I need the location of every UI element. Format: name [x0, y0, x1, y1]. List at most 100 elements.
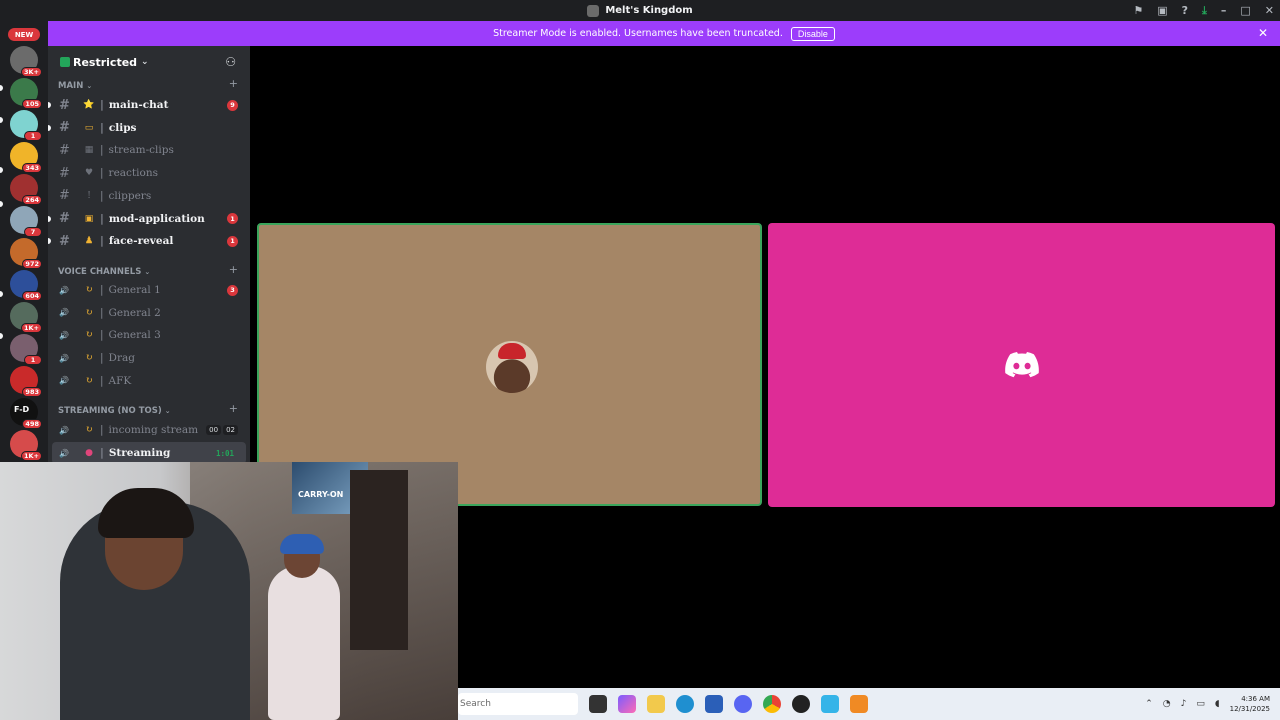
server-icon-5[interactable]: 7 [10, 206, 42, 237]
channel-stream-clips[interactable]: # ▦ | stream-clips [48, 139, 250, 161]
channel-emoji-icon: ↻ [85, 285, 93, 295]
voice-channel-general-2[interactable]: 🔊 ↻ | General 2 [48, 302, 250, 324]
obs-icon[interactable] [792, 695, 810, 713]
channel-emoji-icon: ♥ [84, 168, 94, 179]
server-icon-8[interactable]: 1K+ [10, 302, 42, 333]
disable-streamer-mode-button[interactable]: Disable [790, 26, 835, 41]
add-member-icon[interactable]: ⚇ [225, 55, 236, 69]
server-icon-12[interactable]: 1K+ [10, 430, 42, 461]
add-channel-icon[interactable]: + [229, 77, 238, 90]
voice-channel-general-1[interactable]: 🔊 ↻ | General 1 3 [48, 279, 250, 301]
system-tray: ⌃ ◔ ♪ ▭ ◖ 4:36 AM 12/31/2025 [1145, 688, 1270, 720]
copilot-icon[interactable] [618, 695, 636, 713]
channel-name: clips [108, 121, 137, 134]
banner-message: Streamer Mode is enabled. Usernames have… [493, 28, 783, 39]
server-icon-1[interactable]: 105 [10, 78, 42, 109]
hash-icon: # [59, 233, 70, 249]
mic-icon[interactable]: ♪ [1181, 699, 1187, 709]
server-icon [587, 4, 600, 17]
add-channel-icon[interactable]: + [229, 263, 238, 276]
edge-icon[interactable] [676, 695, 694, 713]
new-pill[interactable]: NEW [8, 28, 40, 41]
close-window-icon[interactable]: ✕ [1265, 4, 1274, 17]
category-streaming[interactable]: STREAMING (NO TOS) ⌄ [58, 404, 171, 418]
help-icon[interactable]: ? [1182, 4, 1188, 17]
channel-emoji-icon: ↻ [85, 425, 93, 435]
streaming-channel-1[interactable]: 🔊 ● | Streaming 1:01 [52, 442, 246, 462]
inbox-icon[interactable]: ▣ [1157, 4, 1167, 17]
server-badge: 1K+ [20, 323, 42, 333]
server-icon-2[interactable]: 1 [10, 110, 42, 141]
app-icon[interactable] [821, 695, 839, 713]
user-count-current: 00 [206, 425, 222, 435]
server-header[interactable]: Restricted ⌄ ⚇ [48, 46, 250, 78]
unread-indicator [48, 124, 51, 131]
hash-icon: # [59, 142, 70, 158]
server-icon-7[interactable]: 604 [10, 270, 42, 301]
webcam-person-seated-cap [280, 534, 324, 554]
speaker-icon: 🔊 [59, 330, 69, 340]
elapsed-timer: 1:01 [215, 448, 234, 458]
channel-mod-application[interactable]: # ▣ | mod-application 1 [48, 208, 250, 230]
server-icon-0[interactable]: 3K+ [10, 46, 42, 77]
voice-channel-drag[interactable]: 🔊 ↻ | Drag [48, 347, 250, 369]
unread-indicator [48, 238, 51, 245]
chrome-icon[interactable] [763, 695, 781, 713]
separator: | [100, 167, 104, 180]
chevron-up-icon[interactable]: ⌃ [1145, 699, 1153, 709]
webcam-streamer-hair [98, 488, 194, 538]
minimize-icon[interactable]: – [1221, 4, 1227, 17]
server-icon-11[interactable]: F-D 498 [10, 398, 42, 429]
chevron-down-icon: ⌄ [144, 268, 151, 276]
voice-channel-general-3[interactable]: 🔊 ↻ | General 3 [48, 324, 250, 346]
store-icon[interactable] [705, 695, 723, 713]
channel-face-reveal[interactable]: # ♟ | face-reveal 1 [48, 230, 250, 252]
separator: | [100, 424, 104, 436]
server-icon-3[interactable]: 343 [10, 142, 42, 173]
speaker-icon: 🔊 [59, 285, 69, 295]
separator: | [100, 144, 104, 157]
server-name: Restricted [73, 55, 138, 69]
maximize-icon[interactable]: □ [1240, 4, 1250, 17]
separator: | [100, 374, 104, 387]
download-icon[interactable]: ⤓ [1202, 4, 1207, 18]
category-voice[interactable]: VOICE CHANNELS ⌄ [58, 265, 150, 279]
app-icon-orange[interactable] [850, 695, 868, 713]
close-icon[interactable]: ✕ [1258, 26, 1268, 40]
channel-clippers[interactable]: #! | clippers [48, 185, 250, 207]
network-icon[interactable]: ◔ [1163, 699, 1171, 709]
file-explorer-icon[interactable] [647, 695, 665, 713]
streaming-channel-0[interactable]: 🔊 ↻ | incoming stream 00 02 [48, 419, 250, 441]
server-icon-10[interactable]: 983 [10, 366, 42, 397]
server-icon-4[interactable]: 264 [10, 174, 42, 205]
server-icon-6[interactable]: 972 [10, 238, 42, 269]
clock-time: 4:36 AM [1241, 695, 1270, 703]
avatar-hat [498, 343, 526, 359]
category-main[interactable]: MAIN ⌄ [58, 79, 92, 93]
discord-app-icon[interactable] [734, 695, 752, 713]
display-icon[interactable]: ▭ [1196, 699, 1205, 709]
clock[interactable]: 4:36 AM 12/31/2025 [1230, 694, 1270, 714]
separator: | [100, 99, 104, 111]
poster-text: CARRY-ON [298, 490, 344, 499]
taskbar-search-placeholder: Search [460, 699, 491, 709]
channel-main-chat[interactable]: # ⭐ | main-chat 9 [48, 94, 250, 116]
channel-name: clippers [108, 189, 152, 202]
volume-icon[interactable]: ◖ [1215, 699, 1220, 709]
taskbar-search[interactable]: Search [458, 693, 578, 715]
chevron-down-icon: ⌄ [164, 407, 171, 415]
add-channel-icon[interactable]: + [229, 402, 238, 415]
task-view-icon[interactable] [589, 695, 607, 713]
channel-name: reactions [108, 167, 158, 180]
channel-reactions[interactable]: # ♥ | reactions [48, 162, 250, 184]
threads-icon[interactable]: ⚑ [1133, 4, 1143, 17]
clock-date: 12/31/2025 [1229, 705, 1270, 713]
stream-tile[interactable] [768, 223, 1275, 507]
server-badge: 1 [24, 131, 42, 141]
channel-name: face-reveal [108, 235, 174, 248]
mention-badge: 1 [227, 213, 238, 224]
channel-clips[interactable]: # ▭ | clips [48, 117, 250, 139]
voice-channel-afk[interactable]: 🔊 ↻ | AFK [48, 370, 250, 392]
server-icon-9[interactable]: 1 [10, 334, 42, 365]
streamer-mode-banner: Streamer Mode is enabled. Usernames have… [48, 21, 1280, 46]
